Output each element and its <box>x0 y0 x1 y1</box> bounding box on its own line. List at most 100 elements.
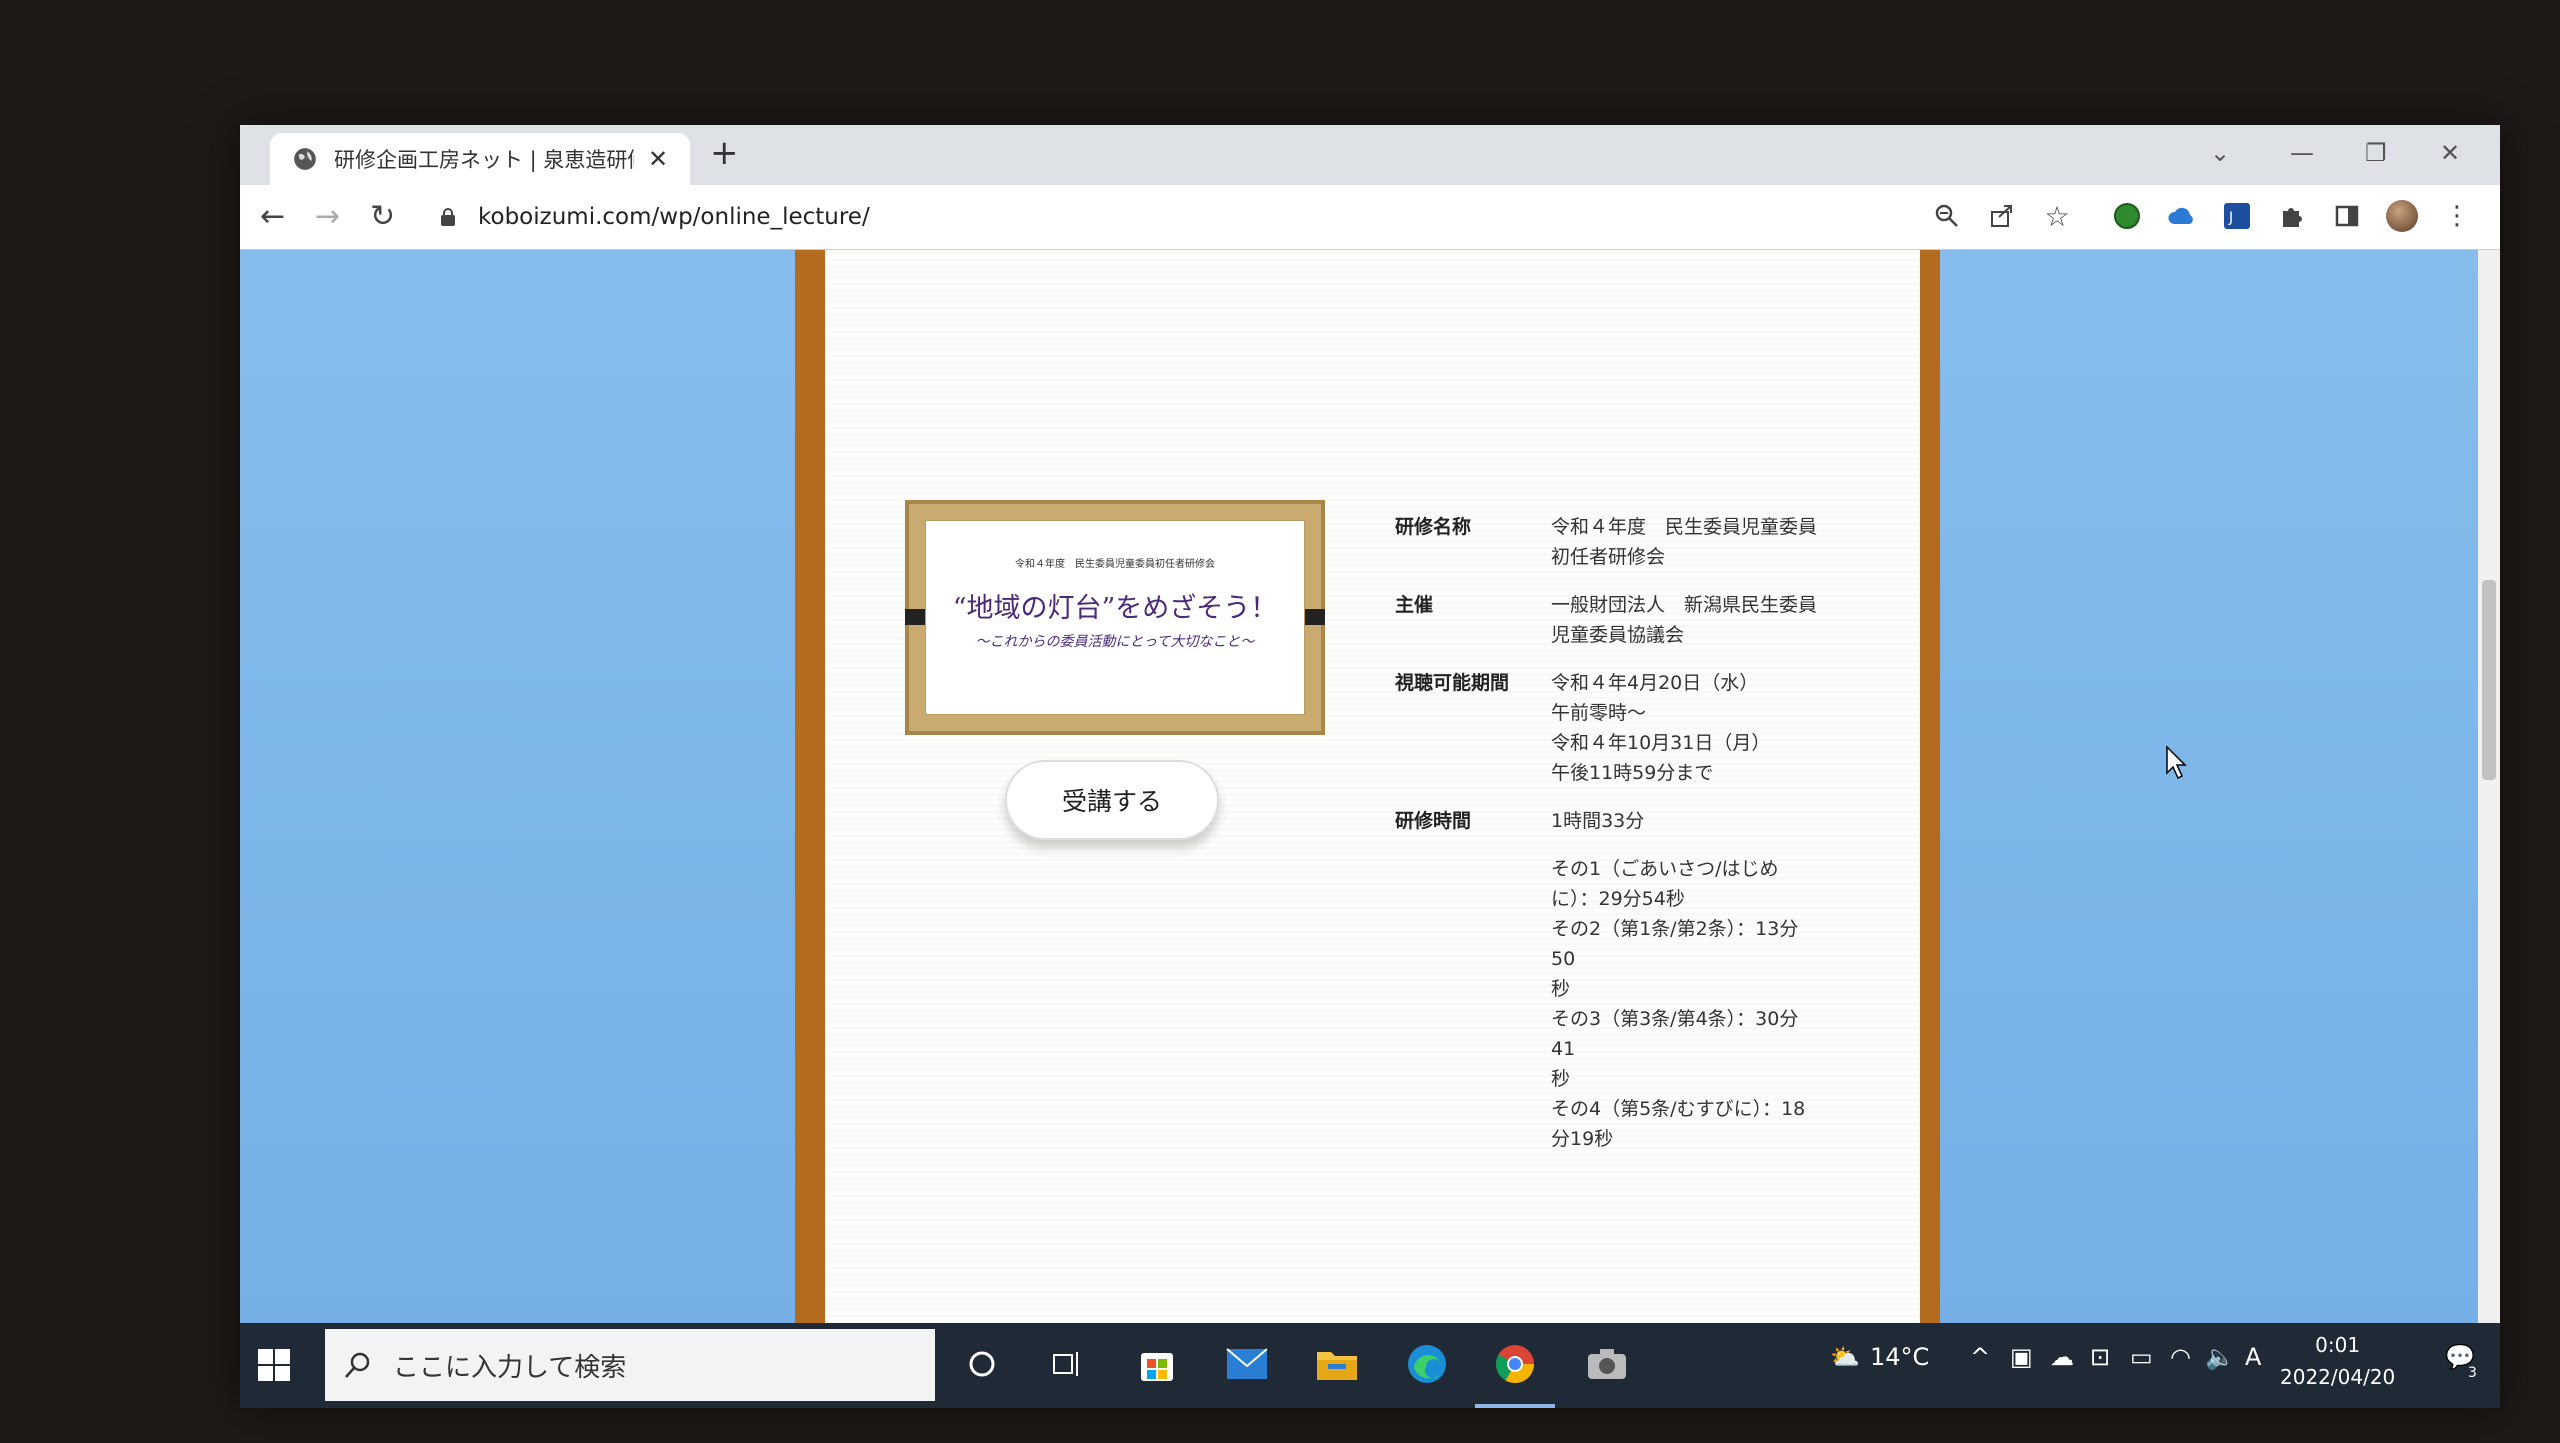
part-line: 秒 <box>1551 1068 1571 1090</box>
value-host: 一般財団法人 新潟県民生委員 児童委員協議会 <box>1551 590 1821 650</box>
label-viewing-period: 視聴可能期間 <box>1395 672 1510 694</box>
notification-count: 3 <box>2468 1365 2477 1381</box>
info-row-host: 主催 一般財団法人 新潟県民生委員 児童委員協議会 <box>1395 590 1821 650</box>
course-info-table: 研修名称 令和４年度 民生委員児童委員 初任者研修会 主催 一般財団法人 新潟県… <box>1395 512 1821 1172</box>
value-viewing-period: 令和４年4月20日（水） 午前零時～ 令和４年10月31日（月） 午後11時59… <box>1551 668 1821 788</box>
info-row-period: 視聴可能期間 令和４年4月20日（水） 午前零時～ 令和４年10月31日（月） … <box>1395 668 1821 788</box>
battery-icon[interactable]: ▭ <box>2130 1343 2153 1371</box>
volume-icon[interactable]: 🔈 <box>2205 1343 2235 1371</box>
device-icon[interactable]: ⊡ <box>2090 1343 2110 1371</box>
part-line: その3（第3条/第4条）：30分41 <box>1551 1008 1799 1060</box>
content-paper: 令和４年度 民生委員児童委員初任者研修会 “地域の灯台”をめざそう！ 〜これから… <box>825 250 1920 1323</box>
label-spacer <box>1395 854 1551 1154</box>
part-line: 分19秒 <box>1551 1128 1614 1150</box>
cloud-extension-icon[interactable] <box>2165 199 2199 233</box>
file-explorer-icon[interactable] <box>1310 1337 1364 1391</box>
taskbar-search-box[interactable]: ここに入力して検索 <box>325 1329 935 1401</box>
clock-date: 2022/04/20 <box>2280 1365 2396 1389</box>
browser-toolbar: ← → ↻ koboizumi.com/wp/online_lecture/ ☆… <box>240 185 2500 250</box>
part-line: その2（第1条/第2条）：13分50 <box>1551 918 1799 970</box>
value-line: 午後11時59分まで <box>1551 762 1714 784</box>
clock-time: 0:01 <box>2315 1333 2361 1357</box>
tab-title: 研修企画工房ネット | 泉恵造研修 <box>334 148 634 172</box>
chrome-icon[interactable] <box>1488 1337 1542 1391</box>
camera-icon[interactable] <box>1580 1337 1634 1391</box>
part-line: その1（ごあいさつ/はじめ <box>1551 858 1779 880</box>
meet-now-icon[interactable]: ▣ <box>2010 1343 2033 1371</box>
value-line: 児童委員協議会 <box>1551 624 1685 646</box>
weather-temperature[interactable]: 14°C <box>1870 1343 1929 1371</box>
tab-search-chevron-icon[interactable]: ⌄ <box>2210 139 2230 167</box>
globe-icon <box>294 148 316 170</box>
profile-avatar[interactable] <box>2385 199 2419 233</box>
value-parts-list: その1（ごあいさつ/はじめ に）：29分54秒 その2（第1条/第2条）：13分… <box>1551 854 1821 1154</box>
svg-text:J: J <box>2228 210 2233 226</box>
address-bar[interactable]: koboizumi.com/wp/online_lecture/ <box>440 195 2140 239</box>
ime-indicator[interactable]: A <box>2245 1343 2261 1371</box>
zoom-icon[interactable] <box>1930 199 1964 233</box>
cortana-icon[interactable] <box>955 1337 1009 1391</box>
reload-icon[interactable]: ↻ <box>370 199 395 234</box>
side-panel-icon[interactable] <box>2330 199 2364 233</box>
restore-icon[interactable]: ❐ <box>2365 139 2387 167</box>
value-line: 令和４年10月31日（月） <box>1551 732 1771 754</box>
scrollbar-thumb[interactable] <box>2482 580 2496 780</box>
mouse-pointer-icon <box>2166 745 2187 780</box>
taskbar-clock[interactable]: 0:01 2022/04/20 <box>2280 1329 2395 1393</box>
translate-extension-icon[interactable]: J <box>2220 199 2254 233</box>
lock-icon <box>441 208 455 226</box>
value-line: 令和４年度 民生委員児童委員 <box>1551 516 1818 538</box>
value-course-name: 令和４年度 民生委員児童委員 初任者研修会 <box>1551 512 1821 572</box>
bookmark-star-icon[interactable]: ☆ <box>2040 199 2074 233</box>
value-line: 初任者研修会 <box>1551 546 1666 568</box>
info-row-parts: その1（ごあいさつ/はじめ に）：29分54秒 その2（第1条/第2条）：13分… <box>1395 854 1821 1154</box>
windows-taskbar: ここに入力して検索 ⛅ 14°C ^ ▣ ☁ ⊡ ▭ ◠ 🔈 A 0:01 20… <box>240 1323 2500 1408</box>
mail-icon[interactable] <box>1220 1337 1274 1391</box>
label-host: 主催 <box>1395 594 1434 616</box>
wifi-icon[interactable]: ◠ <box>2170 1343 2191 1371</box>
course-title: “地域の灯台”をめざそう！ <box>952 593 1278 624</box>
info-row-name: 研修名称 令和４年度 民生委員児童委員 初任者研修会 <box>1395 512 1821 572</box>
course-title-frame: 令和４年度 民生委員児童委員初任者研修会 “地域の灯台”をめざそう！ 〜これから… <box>905 500 1325 735</box>
page-scrollbar[interactable] <box>2478 250 2500 1323</box>
share-icon[interactable] <box>1985 199 2019 233</box>
part-line: その4（第5条/むすびに）：18 <box>1551 1098 1806 1120</box>
extension-green-icon[interactable] <box>2110 199 2144 233</box>
extensions-puzzle-icon[interactable] <box>2275 199 2309 233</box>
url-text: koboizumi.com/wp/online_lecture/ <box>478 204 870 230</box>
forward-icon[interactable]: → <box>315 199 340 234</box>
tab-bar: 研修企画工房ネット | 泉恵造研修 ✕ + ⌄ — ❐ ✕ <box>240 125 2500 185</box>
info-row-duration: 研修時間 1時間33分 <box>1395 806 1821 836</box>
tray-chevron-icon[interactable]: ^ <box>1970 1343 1990 1371</box>
value-duration: 1時間33分 <box>1551 810 1645 832</box>
enroll-button[interactable]: 受講する <box>1005 760 1219 840</box>
browser-tab[interactable]: 研修企画工房ネット | 泉恵造研修 ✕ <box>270 133 690 185</box>
search-icon <box>345 1352 370 1378</box>
web-page: 令和４年度 民生委員児童委員初任者研修会 “地域の灯台”をめざそう！ 〜これから… <box>240 250 2500 1323</box>
label-duration: 研修時間 <box>1395 810 1472 832</box>
windows-start-icon[interactable] <box>254 1345 294 1385</box>
onedrive-icon[interactable]: ☁ <box>2050 1343 2074 1371</box>
value-line: 一般財団法人 新潟県民生委員 <box>1551 594 1818 616</box>
back-icon[interactable]: ← <box>260 199 285 234</box>
weather-icon[interactable]: ⛅ <box>1830 1343 1860 1371</box>
microsoft-store-icon[interactable] <box>1130 1337 1184 1391</box>
minimize-icon[interactable]: — <box>2290 139 2314 167</box>
content-board: 令和４年度 民生委員児童委員初任者研修会 “地域の灯台”をめざそう！ 〜これから… <box>795 250 1940 1323</box>
tab-close-icon[interactable]: ✕ <box>648 145 668 173</box>
label-course-name: 研修名称 <box>1395 516 1472 538</box>
course-subtitle: 〜これからの委員活動にとって大切なこと〜 <box>975 634 1255 650</box>
menu-kebab-icon[interactable]: ⋮ <box>2440 199 2474 233</box>
edge-icon[interactable] <box>1400 1337 1454 1391</box>
course-title-card: 令和４年度 民生委員児童委員初任者研修会 “地域の灯台”をめざそう！ 〜これから… <box>925 520 1305 715</box>
task-view-icon[interactable] <box>1040 1337 1094 1391</box>
part-line: 秒 <box>1551 978 1571 1000</box>
course-event-name: 令和４年度 民生委員児童委員初任者研修会 <box>1015 559 1215 570</box>
value-line: 令和４年4月20日（水） <box>1551 672 1759 694</box>
chrome-active-indicator <box>1475 1404 1555 1408</box>
search-placeholder: ここに入力して検索 <box>393 1352 627 1383</box>
screen: 研修企画工房ネット | 泉恵造研修 ✕ + ⌄ — ❐ ✕ ← → ↻ kobo… <box>240 125 2500 1408</box>
close-window-icon[interactable]: ✕ <box>2440 139 2460 167</box>
part-line: に）：29分54秒 <box>1551 888 1685 910</box>
new-tab-button[interactable]: + <box>710 133 739 173</box>
